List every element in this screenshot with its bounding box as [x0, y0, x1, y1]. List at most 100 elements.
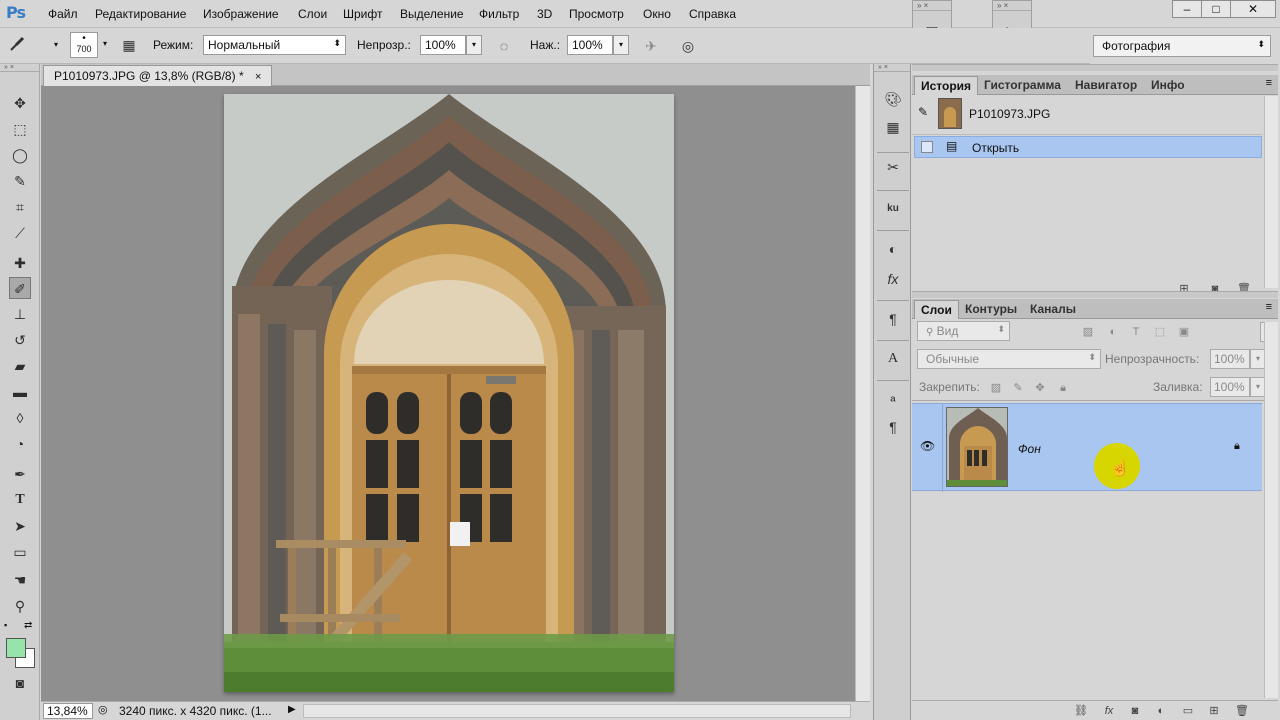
color-panel-icon[interactable]: 🎨︎ [882, 88, 904, 110]
menu-help[interactable]: Справка [689, 7, 736, 21]
swatches-panel-icon[interactable]: ▦ [882, 116, 904, 138]
history-snapshot[interactable]: ✎ P1010973.JPG [912, 97, 1272, 131]
menu-window[interactable]: Окно [643, 7, 671, 21]
swap-colors-icon[interactable]: ⇄ [24, 620, 32, 631]
dodge-tool-icon[interactable]: ◔ [9, 433, 31, 455]
history-scrollbar[interactable] [1264, 96, 1278, 288]
default-colors-icon[interactable]: ▪ [4, 620, 7, 630]
filter-shape-icon[interactable]: ⬚ [1152, 325, 1168, 339]
status-options-icon[interactable]: ◎ [98, 703, 108, 716]
menu-layers[interactable]: Слои [298, 7, 327, 21]
opacity-input[interactable]: 100% [420, 35, 466, 55]
airbrush-icon[interactable]: ✈ [640, 35, 662, 57]
mode-select[interactable]: Нормальный ⬍ [203, 35, 346, 55]
history-brush-tool-icon[interactable]: ↺ [9, 329, 31, 351]
tab-channels[interactable]: Каналы [1024, 300, 1082, 319]
tab-layers[interactable]: Слои [914, 300, 959, 319]
zoom-field[interactable]: 13,84% [43, 703, 93, 719]
delete-layer-icon[interactable]: 🗑︎ [1234, 704, 1250, 718]
marquee-tool-icon[interactable]: ⬚ [9, 118, 31, 140]
history-step-checkbox[interactable] [921, 141, 933, 153]
styles-fx-icon[interactable]: fx [882, 268, 904, 290]
tab-histogram[interactable]: Гистограмма [978, 76, 1067, 95]
document-image[interactable] [224, 94, 674, 692]
minimize-button[interactable]: – [1172, 0, 1202, 18]
move-tool-icon[interactable]: ✥ [9, 92, 31, 114]
pen-tool-icon[interactable]: ✒ [9, 463, 31, 485]
menu-image[interactable]: Изображение [203, 7, 279, 21]
link-layers-icon[interactable]: ⛓︎ [1073, 704, 1089, 718]
tab-navigator[interactable]: Навигатор [1069, 76, 1143, 95]
eye-icon[interactable]: 👁︎ [920, 439, 935, 453]
crop-tool-icon[interactable]: ⌗ [9, 196, 31, 218]
healing-brush-tool-icon[interactable]: ✚ [9, 252, 31, 274]
clone-stamp-tool-icon[interactable]: ⊥ [9, 303, 31, 325]
brush-picker-dropdown-icon[interactable]: ▾ [97, 35, 113, 55]
tab-info[interactable]: Инфо [1145, 76, 1191, 95]
quick-mask-icon[interactable]: ◙ [9, 672, 31, 694]
character-icon[interactable]: A [882, 348, 904, 370]
maximize-button[interactable]: □ [1201, 0, 1231, 18]
horizontal-scrollbar[interactable] [303, 704, 851, 718]
menu-file[interactable]: Файл [48, 7, 78, 21]
status-menu-arrow-icon[interactable]: ▶ [288, 704, 296, 715]
paragraph-styles-icon[interactable]: ¶ [882, 416, 904, 438]
brush-size-picker[interactable]: • 700 [70, 32, 98, 58]
history-brush-source-icon[interactable]: ✎ [918, 105, 928, 119]
type-tool-icon[interactable]: T [9, 489, 31, 511]
menu-select[interactable]: Выделение [400, 7, 464, 21]
brush-tool-icon[interactable]: ✐ [9, 277, 31, 299]
filter-type-icon[interactable]: T [1128, 325, 1144, 339]
pressure-dropdown-icon[interactable]: ▾ [613, 35, 629, 55]
lock-transparency-icon[interactable]: ▨ [988, 381, 1004, 395]
panel-menu-icon[interactable]: ≡ [1266, 77, 1272, 89]
menu-type[interactable]: Шрифт [343, 7, 382, 21]
hand-tool-icon[interactable]: ☚ [9, 569, 31, 591]
blend-mode-select[interactable]: Обычные ⬍ [917, 349, 1101, 369]
layer-row[interactable]: 👁︎ Фон 🔒︎ [912, 403, 1262, 492]
paragraph-icon[interactable]: ¶ [882, 308, 904, 330]
foreground-color-swatch[interactable] [6, 638, 26, 658]
gradient-tool-icon[interactable]: ▬ [9, 381, 31, 403]
menu-edit[interactable]: Редактирование [95, 7, 186, 21]
kuler-icon[interactable]: ku [882, 198, 904, 220]
history-step[interactable]: ▤ Открыть [914, 136, 1262, 158]
filter-smart-object-icon[interactable]: ▣ [1176, 325, 1192, 339]
workspace-select[interactable]: Фотография ⬍ [1093, 35, 1271, 57]
close-tab-icon[interactable]: × [255, 71, 261, 83]
tab-paths[interactable]: Контуры [959, 300, 1023, 319]
menu-filter[interactable]: Фильтр [479, 7, 519, 21]
zoom-tool-icon[interactable]: ⚲ [9, 595, 31, 617]
layers-scrollbar[interactable] [1264, 322, 1278, 698]
adjustments-icon[interactable]: ◐ [882, 238, 904, 260]
blur-tool-icon[interactable]: ◊ [9, 407, 31, 429]
vertical-scrollbar[interactable] [855, 86, 870, 701]
panel-menu-icon[interactable]: ≡ [1266, 301, 1272, 313]
new-adjustment-layer-icon[interactable]: ◐ [1153, 704, 1169, 718]
tool-preset-dropdown-icon[interactable]: ▾ [48, 36, 64, 56]
pressure-opacity-icon[interactable]: ◌ [493, 35, 515, 57]
tool-presets-icon[interactable]: ✂ [882, 156, 904, 178]
layer-filter-select[interactable]: ⚲ Вид ⬍ [917, 321, 1010, 341]
fill-input[interactable]: 100% [1210, 377, 1250, 397]
rectangle-tool-icon[interactable]: ▭ [9, 541, 31, 563]
path-selection-tool-icon[interactable]: ➤ [9, 515, 31, 537]
lock-all-icon[interactable]: 🔒︎ [1055, 381, 1071, 395]
quick-selection-tool-icon[interactable]: ✎ [9, 170, 31, 192]
opacity-dropdown-icon[interactable]: ▾ [466, 35, 482, 55]
lasso-tool-icon[interactable]: ◯ [9, 144, 31, 166]
layer-opacity-input[interactable]: 100% [1210, 349, 1250, 369]
eraser-tool-icon[interactable]: ▰ [9, 355, 31, 377]
document-tab[interactable]: P1010973.JPG @ 13,8% (RGB/8) * × [43, 65, 273, 86]
brush-panel-toggle-icon[interactable]: ▦ [118, 34, 140, 56]
lock-pixels-icon[interactable]: ✎ [1010, 381, 1026, 395]
brush-tool-preset-icon[interactable] [6, 34, 28, 56]
new-layer-icon[interactable]: ⊞ [1206, 704, 1222, 718]
new-group-icon[interactable]: ▭ [1180, 704, 1196, 718]
menu-3d[interactable]: 3D [537, 7, 552, 21]
add-layer-style-icon[interactable]: fx [1101, 704, 1117, 718]
pressure-input[interactable]: 100% [567, 35, 613, 55]
filter-pixel-icon[interactable]: ▨ [1080, 325, 1096, 339]
eyedropper-tool-icon[interactable]: ⟋ [9, 222, 31, 244]
close-window-button[interactable]: ✕ [1230, 0, 1276, 18]
